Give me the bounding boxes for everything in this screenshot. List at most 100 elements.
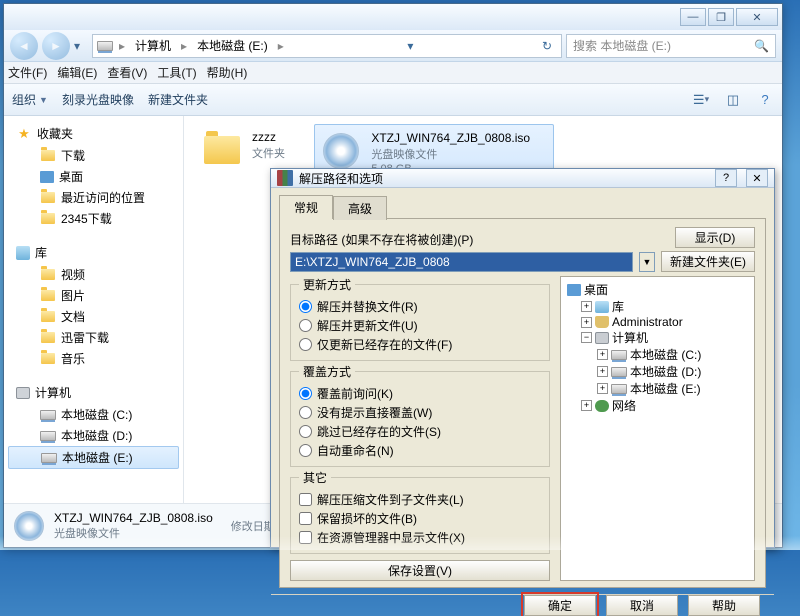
tab-advanced[interactable]: 高级 bbox=[333, 196, 387, 220]
new-folder-button[interactable]: 新建文件夹 bbox=[148, 91, 208, 108]
sidebar-item-drive-c[interactable]: 本地磁盘 (C:) bbox=[4, 404, 183, 425]
sidebar-item-drive-e[interactable]: 本地磁盘 (E:) bbox=[8, 446, 179, 469]
show-button[interactable]: 显示(D) bbox=[675, 227, 755, 248]
sidebar-item-recent[interactable]: 最近访问的位置 bbox=[4, 187, 183, 208]
drive-icon bbox=[41, 450, 57, 466]
refresh-dropdown-icon[interactable]: ▾ bbox=[400, 36, 420, 56]
help-icon[interactable]: ? bbox=[756, 92, 774, 108]
library-icon bbox=[595, 301, 609, 313]
tab-panel-general: 目标路径 (如果不存在将被创建)(P) 显示(D) E:\XTZJ_WIN764… bbox=[279, 218, 766, 588]
help-button[interactable]: 帮助 bbox=[688, 595, 760, 616]
breadcrumb-computer[interactable]: 计算机 bbox=[131, 37, 175, 54]
ok-button[interactable]: 确定 bbox=[524, 595, 596, 616]
radio-extract-update[interactable]: 解压并更新文件(U) bbox=[299, 316, 541, 335]
burn-image-button[interactable]: 刻录光盘映像 bbox=[62, 91, 134, 108]
address-bar[interactable]: ▸ 计算机 ▸ 本地磁盘 (E:) ▸ ▾ ↻ bbox=[92, 34, 562, 58]
expand-icon[interactable]: + bbox=[581, 301, 592, 312]
sidebar-item-videos[interactable]: 视频 bbox=[4, 264, 183, 285]
sidebar-item-2345[interactable]: 2345下载 bbox=[4, 208, 183, 229]
tree-network[interactable]: +网络 bbox=[563, 397, 752, 414]
tree-computer[interactable]: −计算机 bbox=[563, 329, 752, 346]
maximize-button[interactable]: ❐ bbox=[708, 8, 734, 26]
expand-icon[interactable]: + bbox=[597, 383, 608, 394]
sidebar-libraries[interactable]: 库 bbox=[4, 241, 183, 264]
save-settings-button[interactable]: 保存设置(V) bbox=[290, 560, 550, 581]
sidebar-item-downloads[interactable]: 下载 bbox=[4, 145, 183, 166]
close-button[interactable]: ✕ bbox=[736, 8, 778, 26]
dest-path-input[interactable]: E:\XTZJ_WIN764_ZJB_0808 bbox=[290, 252, 633, 272]
menu-tools[interactable]: 工具(T) bbox=[157, 64, 196, 81]
chevron-down-icon: ▼ bbox=[39, 95, 48, 105]
breadcrumb-drive[interactable]: 本地磁盘 (E:) bbox=[193, 37, 272, 54]
radio-auto-rename[interactable]: 自动重命名(N) bbox=[299, 441, 541, 460]
refresh-icon[interactable]: ↻ bbox=[537, 36, 557, 56]
radio-freshen-only[interactable]: 仅更新已经存在的文件(F) bbox=[299, 335, 541, 354]
menu-edit[interactable]: 编辑(E) bbox=[57, 64, 97, 81]
sidebar-item-desktop[interactable]: 桌面 bbox=[4, 166, 183, 187]
drive-icon bbox=[611, 364, 627, 380]
tree-drive-c[interactable]: +本地磁盘 (C:) bbox=[563, 346, 752, 363]
dialog-close-button[interactable]: ✕ bbox=[746, 169, 768, 187]
expand-icon[interactable]: + bbox=[581, 400, 592, 411]
forward-button[interactable]: ► bbox=[42, 32, 70, 60]
view-mode-button[interactable]: ☰▾ bbox=[692, 92, 710, 108]
history-dropdown-icon[interactable]: ▾ bbox=[74, 39, 88, 53]
sidebar-item-documents[interactable]: 文档 bbox=[4, 306, 183, 327]
dest-path-dropdown[interactable]: ▼ bbox=[639, 252, 655, 272]
sidebar-item-pictures[interactable]: 图片 bbox=[4, 285, 183, 306]
sidebar-favorites[interactable]: ★收藏夹 bbox=[4, 122, 183, 145]
sidebar-computer[interactable]: 计算机 bbox=[4, 381, 183, 404]
computer-icon bbox=[16, 387, 30, 399]
network-icon bbox=[595, 400, 609, 412]
iso-icon bbox=[321, 131, 361, 171]
tree-drive-e[interactable]: +本地磁盘 (E:) bbox=[563, 380, 752, 397]
radio-overwrite-noask[interactable]: 没有提示直接覆盖(W) bbox=[299, 403, 541, 422]
organize-button[interactable]: 组织▼ bbox=[12, 91, 48, 108]
desktop-icon bbox=[40, 171, 54, 183]
menu-file[interactable]: 文件(F) bbox=[8, 64, 47, 81]
recent-icon bbox=[40, 190, 56, 206]
details-filename: XTZJ_WIN764_ZJB_0808.iso bbox=[54, 511, 213, 525]
sidebar-item-drive-d[interactable]: 本地磁盘 (D:) bbox=[4, 425, 183, 446]
details-mod-label: 修改日期 bbox=[231, 518, 275, 534]
radio-extract-replace[interactable]: 解压并替换文件(R) bbox=[299, 297, 541, 316]
check-extract-subfolder[interactable]: 解压压缩文件到子文件夹(L) bbox=[299, 490, 541, 509]
check-keep-broken[interactable]: 保留损坏的文件(B) bbox=[299, 509, 541, 528]
sidebar-item-thunder[interactable]: 迅雷下载 bbox=[4, 327, 183, 348]
file-type: 文件夹 bbox=[252, 145, 285, 161]
preview-pane-button[interactable]: ◫ bbox=[724, 92, 742, 108]
tree-drive-d[interactable]: +本地磁盘 (D:) bbox=[563, 363, 752, 380]
winrar-icon bbox=[277, 170, 293, 186]
expand-icon[interactable]: + bbox=[597, 366, 608, 377]
dialog-help-button[interactable]: ? bbox=[715, 169, 737, 187]
folder-icon bbox=[202, 130, 242, 170]
cancel-button[interactable]: 取消 bbox=[606, 595, 678, 616]
search-input[interactable]: 搜索 本地磁盘 (E:) 🔍 bbox=[566, 34, 776, 58]
expand-icon[interactable]: + bbox=[597, 349, 608, 360]
tree-library[interactable]: +库 bbox=[563, 298, 752, 315]
folder-icon bbox=[40, 148, 56, 164]
sidebar-item-music[interactable]: 音乐 bbox=[4, 348, 183, 369]
new-folder-button[interactable]: 新建文件夹(E) bbox=[661, 251, 755, 272]
overwrite-legend: 覆盖方式 bbox=[299, 363, 355, 380]
tree-desktop[interactable]: 桌面 bbox=[563, 281, 752, 298]
tab-general[interactable]: 常规 bbox=[279, 195, 333, 219]
music-icon bbox=[40, 351, 56, 367]
radio-ask-overwrite[interactable]: 覆盖前询问(K) bbox=[299, 384, 541, 403]
other-legend: 其它 bbox=[299, 469, 331, 486]
taskbar bbox=[0, 536, 800, 550]
tree-admin[interactable]: +Administrator bbox=[563, 315, 752, 329]
expand-icon[interactable]: + bbox=[581, 317, 592, 328]
search-placeholder: 搜索 本地磁盘 (E:) bbox=[573, 37, 671, 54]
collapse-icon[interactable]: − bbox=[581, 332, 592, 343]
menu-view[interactable]: 查看(V) bbox=[107, 64, 147, 81]
radio-skip-existing[interactable]: 跳过已经存在的文件(S) bbox=[299, 422, 541, 441]
back-button[interactable]: ◄ bbox=[10, 32, 38, 60]
pictures-icon bbox=[40, 288, 56, 304]
menu-help[interactable]: 帮助(H) bbox=[207, 64, 248, 81]
minimize-button[interactable]: — bbox=[680, 8, 706, 26]
documents-icon bbox=[40, 309, 56, 325]
breadcrumb-sep: ▸ bbox=[278, 39, 284, 53]
file-name: XTZJ_WIN764_ZJB_0808.iso bbox=[371, 131, 530, 145]
title-bar: — ❐ ✕ bbox=[4, 4, 782, 30]
